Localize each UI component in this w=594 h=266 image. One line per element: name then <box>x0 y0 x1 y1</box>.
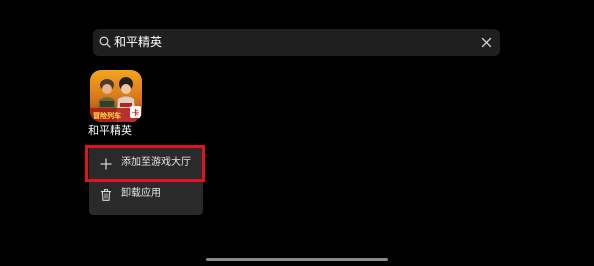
svg-text:卡: 卡 <box>132 108 139 117</box>
search-input[interactable] <box>114 33 474 52</box>
context-menu: 添加至游戏大厅 卸载应用 <box>89 145 203 215</box>
screen: 冒险列车 卡 和平精英 添加至游戏大厅 卸载应用 <box>0 0 594 266</box>
uninstall-app-item[interactable]: 卸载应用 <box>89 180 203 210</box>
add-to-game-hall-item[interactable]: 添加至游戏大厅 <box>89 149 203 179</box>
plus-icon <box>100 158 112 170</box>
uninstall-app-label: 卸载应用 <box>121 188 161 199</box>
app-name-label: 和平精英 <box>88 124 132 137</box>
game-app-icon[interactable]: 冒险列车 卡 <box>90 70 142 122</box>
search-icon <box>99 36 111 48</box>
add-to-game-hall-label: 添加至游戏大厅 <box>121 157 191 168</box>
search-bar[interactable] <box>93 29 500 56</box>
home-indicator[interactable] <box>206 258 388 261</box>
svg-text:冒险列车: 冒险列车 <box>93 111 121 120</box>
trash-icon <box>101 189 111 201</box>
close-icon[interactable] <box>481 37 492 48</box>
